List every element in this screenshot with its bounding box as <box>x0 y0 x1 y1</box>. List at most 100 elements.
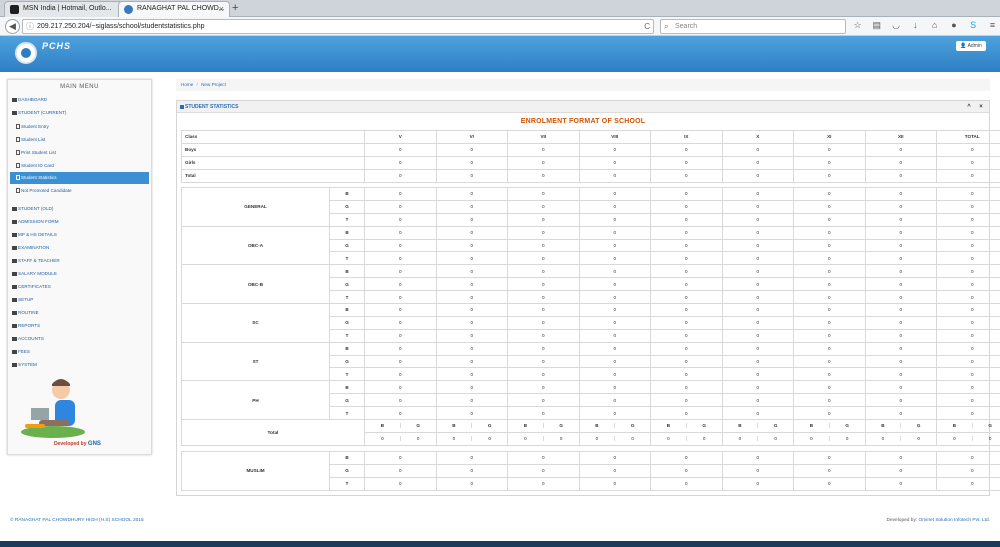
value-cell: 0 <box>364 187 437 201</box>
value-cell: 0 <box>721 303 794 317</box>
sidebar-item-setup[interactable]: SETUP <box>12 294 33 306</box>
tab-title: MSN India | Hotmail, Outlo... <box>23 5 112 12</box>
total-value: 0 <box>866 436 902 442</box>
total-value-cell: 00 <box>507 431 580 446</box>
sidebar-item-routine[interactable]: ROUTINE <box>12 307 39 319</box>
panel-title: STUDENT STATISTICS <box>185 104 239 110</box>
value-cell: 0 <box>864 451 937 465</box>
clipboard-icon[interactable]: ▤ <box>871 20 882 31</box>
total-label: Total <box>181 419 365 446</box>
value-cell: 0 <box>650 290 723 305</box>
breadcrumb-separator: / <box>196 82 198 87</box>
total-sub-label: G <box>487 423 492 429</box>
star-icon[interactable]: ☆ <box>852 20 863 31</box>
menu-icon[interactable]: ≡ <box>987 20 998 31</box>
sidebar-item-student-current[interactable]: STUDENT (CURRENT) <box>12 107 66 119</box>
sidebar-item-mp-hs-details[interactable]: MP & HS Details <box>12 229 57 241</box>
value-cell: 0 <box>364 303 437 317</box>
student-mascot-icon <box>21 379 85 438</box>
sidebar-item-label: SETUP <box>18 297 34 302</box>
sidebar-item-reports[interactable]: REPORTS <box>12 320 40 332</box>
new-tab-button[interactable]: + <box>232 2 238 14</box>
chat-icon[interactable]: ● <box>948 20 959 31</box>
value-cell: 0 <box>435 155 508 170</box>
footer-developer-link[interactable]: Ominet Solution Infotech Pvt. Ltd. <box>919 518 990 523</box>
breadcrumb-current[interactable]: New Project <box>201 82 226 87</box>
value-cell: 0 <box>578 251 651 266</box>
sidebar-item-student-statistics[interactable]: Student Statistics <box>10 172 149 184</box>
sidebar-item-student-entry[interactable]: Student Entry <box>16 121 49 133</box>
total-value: 0 <box>723 436 759 442</box>
value-cell: 0 <box>864 212 937 227</box>
value-cell: 0 <box>364 367 437 382</box>
sidebar-item-accounts[interactable]: ACCOUNTS <box>12 333 44 345</box>
breadcrumb-home[interactable]: Home <box>181 82 193 87</box>
value-cell: 0 <box>721 155 794 170</box>
browser-tab-bar: MSN India | Hotmail, Outlo... × RANAGHAT… <box>0 0 1000 17</box>
summary-table: Class V VI VII VIII IX X XI XII TOTAL Boys 0 0 0 0 0 0 0 0… <box>181 130 1000 183</box>
download-icon[interactable]: ↓ <box>910 20 921 31</box>
sidebar-item-examination[interactable]: EXAMINATION <box>12 242 49 254</box>
folder-icon <box>12 297 17 302</box>
value-cell: 0 <box>435 187 508 201</box>
class-header-cell: VII <box>507 130 580 144</box>
folder-icon <box>12 97 17 102</box>
sidebar-item-admission-form[interactable]: ADMISSION FORM <box>12 216 59 228</box>
admin-label: Admin <box>967 43 982 49</box>
total-sub-label: B <box>365 423 401 429</box>
pocket-icon[interactable]: ◡ <box>891 20 902 31</box>
sidebar-item-dashboard[interactable]: DASHBOARD <box>12 94 47 106</box>
total-sub-label: G <box>416 423 420 429</box>
sidebar-item-fees[interactable]: FEES <box>12 346 30 358</box>
value-cell: 0 <box>364 212 437 227</box>
value-cell: 0 <box>936 251 1000 266</box>
skype-icon[interactable]: S <box>968 20 979 31</box>
value-cell: 0 <box>650 380 723 395</box>
table-row: PH B 0 0 0 0 0 0 0 0 0 <box>181 380 1000 421</box>
sidebar-item-student-list[interactable]: Student List <box>16 134 45 146</box>
total-value: 0 <box>580 436 616 442</box>
sidebar-item-staff-teacher[interactable]: STAFF & TEACHER <box>12 255 60 267</box>
row-label: Total <box>181 168 365 183</box>
sidebar-item-not-promoted-candidate[interactable]: Not Promoted Candidate <box>16 185 72 197</box>
close-panel-button[interactable]: × <box>977 103 985 111</box>
category-table: GENERAL B 0 0 0 0 0 0 0 0 0 G 0 0 0 0 0 0 0 0 0 T 0 0 0 0 0 0 0 0 0 OBC… <box>181 187 1000 446</box>
sidebar-item-certificates[interactable]: CERTIFICATES <box>12 281 51 293</box>
browser-tab-school[interactable]: RANAGHAT PAL CHOWD... × <box>118 1 230 17</box>
home-icon[interactable]: ⌂ <box>929 20 940 31</box>
value-cell: 0 <box>721 142 794 157</box>
total-value-cell: 00 <box>578 431 651 446</box>
value-cell: 0 <box>364 406 437 421</box>
value-cell: 0 <box>435 328 508 343</box>
address-bar[interactable]: ⓘ 209.217.250.204/~siglass/school/studen… <box>22 19 654 34</box>
value-cell: 0 <box>864 406 937 421</box>
sidebar-item-label: DASHBOARD <box>18 97 48 102</box>
value-cell: 0 <box>721 187 794 201</box>
sidebar-item-salary-module[interactable]: SALARY MODULE <box>12 268 57 280</box>
admin-button[interactable]: 👤 Admin <box>956 41 986 51</box>
sidebar-item-print-student-list[interactable]: Print Student List <box>16 147 56 159</box>
sidebar-item-student-id-card[interactable]: Student ID Card <box>16 160 54 172</box>
value-cell: 0 <box>435 380 508 395</box>
value-cell: 0 <box>721 380 794 395</box>
value-cell: 0 <box>936 315 1000 330</box>
sidebar-item-student-old[interactable]: STUDENT (OLD) <box>12 203 53 215</box>
value-cell: 0 <box>578 367 651 382</box>
value-cell: 0 <box>936 225 1000 240</box>
search-input[interactable]: ⌕ Search <box>660 19 846 34</box>
value-cell: 0 <box>578 476 651 491</box>
category-label: MUSLIM <box>181 451 330 491</box>
reload-button[interactable]: C <box>644 20 650 33</box>
folder-icon <box>12 310 17 315</box>
back-button[interactable]: ◀ <box>5 19 20 34</box>
value-cell: 0 <box>936 476 1000 491</box>
panel-header: STUDENT STATISTICS ^ × <box>177 101 989 113</box>
value-cell: 0 <box>578 290 651 305</box>
value-cell: 0 <box>435 315 508 330</box>
class-header-row: Class V VI VII VIII IX X XI XII TOTAL <box>181 130 1000 144</box>
value-cell: 0 <box>936 463 1000 478</box>
close-tab-icon[interactable]: × <box>219 2 224 16</box>
collapse-button[interactable]: ^ <box>965 103 973 111</box>
value-cell: 0 <box>364 315 437 330</box>
total-sub-label: G <box>559 423 563 429</box>
